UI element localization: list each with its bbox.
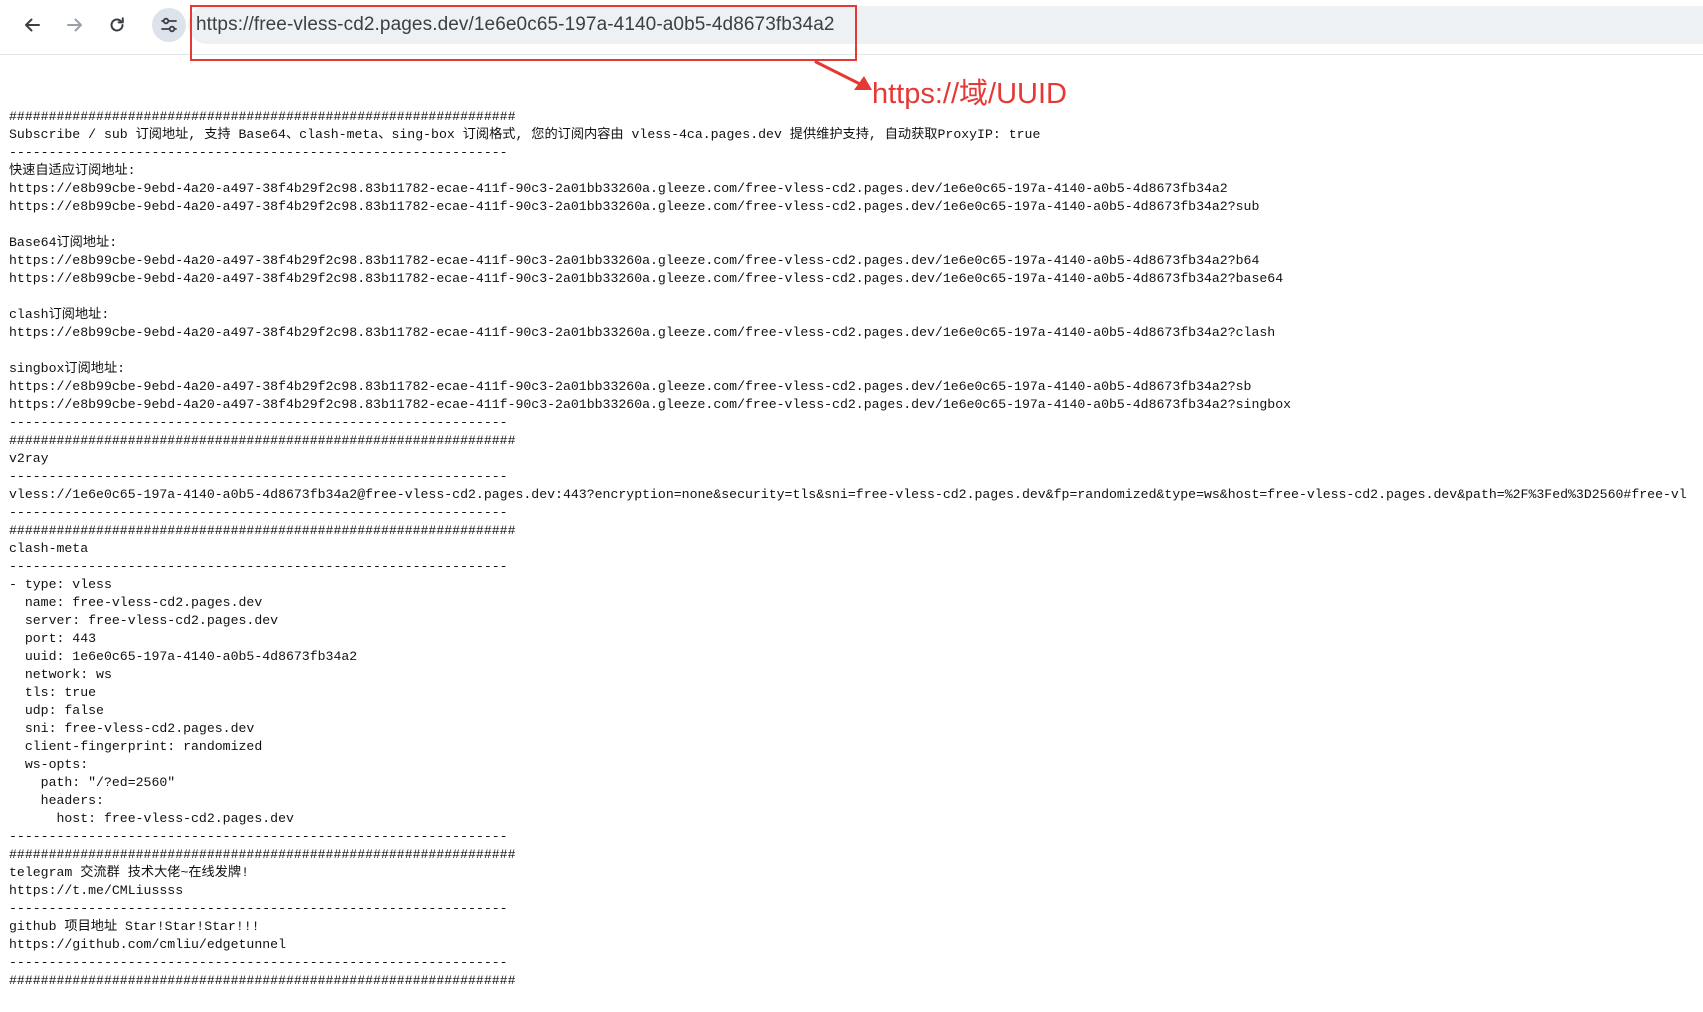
text-line [9, 216, 1703, 234]
text-line: headers: [9, 793, 104, 808]
text-line: sni: free-vless-cd2.pages.dev [9, 721, 255, 736]
arrow-left-icon [25, 18, 40, 32]
text-line: client-fingerprint: randomized [9, 739, 263, 754]
text-line: ----------------------------------------… [9, 559, 508, 574]
text-line: https://e8b99cbe-9ebd-4a20-a497-38f4b29f… [9, 397, 1292, 412]
text-line: https://e8b99cbe-9ebd-4a20-a497-38f4b29f… [9, 181, 1228, 196]
text-line: tls: true [9, 685, 97, 700]
text-line: ########################################… [9, 433, 516, 448]
text-line: ########################################… [9, 973, 516, 988]
text-line: ########################################… [9, 109, 516, 124]
forward-button[interactable] [58, 8, 92, 42]
text-line: 快速自适应订阅地址: [9, 163, 136, 178]
annotation-arrow-icon [814, 60, 872, 90]
text-line: network: ws [9, 667, 112, 682]
text-line: path: "/?ed=2560" [9, 775, 176, 790]
text-line: vless://1e6e0c65-197a-4140-a0b5-4d8673fb… [9, 487, 1687, 502]
text-line: clash订阅地址: [9, 307, 110, 322]
text-line: ----------------------------------------… [9, 829, 508, 844]
text-line: ----------------------------------------… [9, 469, 508, 484]
text-line: Subscribe / sub 订阅地址, 支持 Base64、clash-me… [9, 127, 1041, 142]
text-line [9, 288, 1703, 306]
text-line: ----------------------------------------… [9, 901, 508, 916]
text-line: Base64订阅地址: [9, 235, 118, 250]
text-line: server: free-vless-cd2.pages.dev [9, 613, 279, 628]
reload-button[interactable] [100, 8, 134, 42]
text-line: udp: false [9, 703, 104, 718]
text-line: https://e8b99cbe-9ebd-4a20-a497-38f4b29f… [9, 379, 1252, 394]
reload-icon [110, 17, 124, 32]
text-line: https://e8b99cbe-9ebd-4a20-a497-38f4b29f… [9, 325, 1276, 340]
text-line: ########################################… [9, 523, 516, 538]
url-highlight-box [190, 5, 857, 61]
text-line: port: 443 [9, 631, 97, 646]
text-line [9, 342, 1703, 360]
text-line: telegram 交流群 技术大佬~在线发牌! [9, 865, 250, 880]
text-line: ----------------------------------------… [9, 415, 508, 430]
text-line: clash-meta [9, 541, 89, 556]
page-content: ########################################… [9, 90, 1703, 990]
text-line [9, 90, 1703, 108]
text-line: name: free-vless-cd2.pages.dev [9, 595, 263, 610]
text-line: v2ray [9, 451, 49, 466]
text-line: ----------------------------------------… [9, 145, 508, 160]
text-line: host: free-vless-cd2.pages.dev [9, 811, 294, 826]
text-line: ########################################… [9, 847, 516, 862]
back-button[interactable] [15, 8, 49, 42]
text-line: https://e8b99cbe-9ebd-4a20-a497-38f4b29f… [9, 271, 1284, 286]
text-line: https://github.com/cmliu/edgetunnel [9, 937, 286, 952]
text-line: - type: vless [9, 577, 112, 592]
text-line: https://e8b99cbe-9ebd-4a20-a497-38f4b29f… [9, 253, 1260, 268]
text-line: github 项目地址 Star!Star!Star!!! [9, 919, 260, 934]
arrow-right-icon [67, 18, 82, 32]
text-line: https://e8b99cbe-9ebd-4a20-a497-38f4b29f… [9, 199, 1260, 214]
site-info-button[interactable] [152, 8, 186, 42]
text-line: uuid: 1e6e0c65-197a-4140-a0b5-4d8673fb34… [9, 649, 358, 664]
text-line: singbox订阅地址: [9, 361, 126, 376]
text-line: ----------------------------------------… [9, 955, 508, 970]
text-line: ws-opts: [9, 757, 89, 772]
text-line: ----------------------------------------… [9, 505, 508, 520]
text-line: https://t.me/CMLiussss [9, 883, 184, 898]
tune-icon [161, 17, 177, 33]
